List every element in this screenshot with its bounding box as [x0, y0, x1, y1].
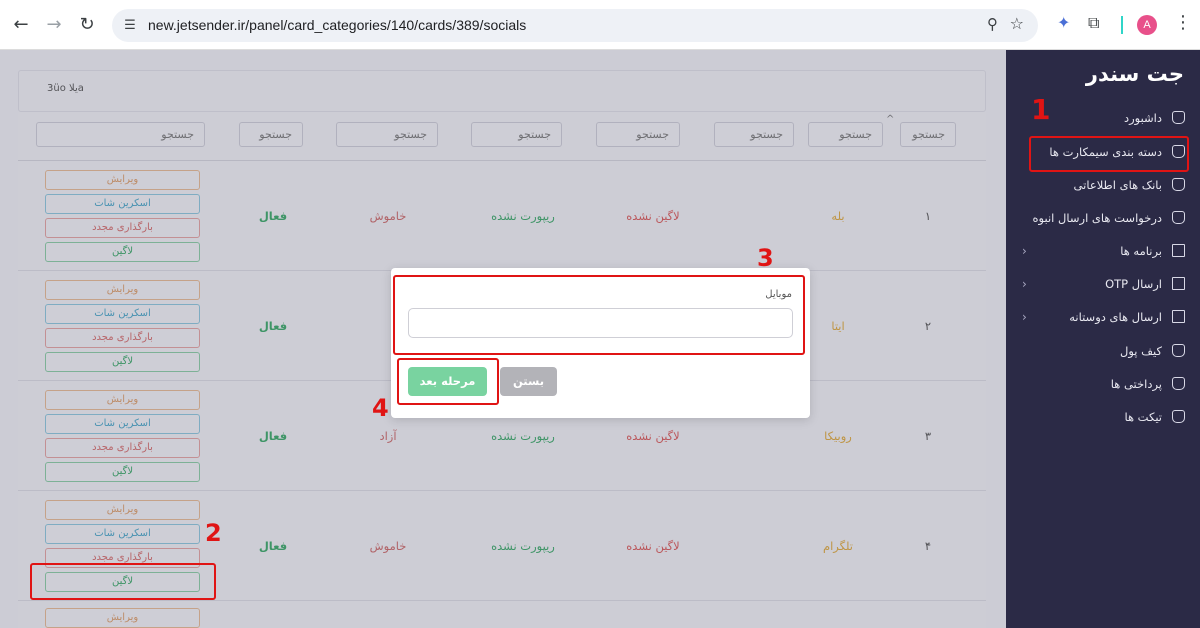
sidebar-item-payments[interactable]: پرداختی ها [1018, 371, 1190, 397]
chevron-left-icon: ‹ [1022, 310, 1027, 324]
chevron-left-icon: ‹ [1022, 244, 1027, 258]
sidebar-item-label: ارسال های دوستانه [1069, 310, 1162, 324]
home-icon [1172, 111, 1185, 124]
site-info-icon[interactable]: ☰ [120, 16, 140, 36]
sidebar-item-label: پرداختی ها [1110, 377, 1162, 391]
annotation-number: 4 [372, 394, 389, 422]
menu-kebab-icon[interactable]: ⋮ [1174, 12, 1192, 33]
browser-toolbar: ← → ↻ ☰ new.jetsender.ir/panel/card_cate… [0, 0, 1200, 50]
home-icon [1172, 211, 1185, 224]
sidebar-item-programs[interactable]: برنامه ها ‹ [1018, 238, 1190, 264]
sidebar-item-label: بانک های اطلاعاتی [1073, 178, 1162, 192]
home-icon [1172, 377, 1185, 390]
reload-icon[interactable]: ↻ [74, 12, 100, 38]
sidebar-item-bulk-requests[interactable]: درخواست های ارسال انبوه [1018, 205, 1190, 231]
sidebar-item-tickets[interactable]: تیکت ها [1018, 404, 1190, 430]
annotation-highlight [397, 358, 499, 405]
book-icon [1172, 277, 1185, 290]
annotation-number: 1 [1031, 93, 1051, 126]
annotation-highlight [393, 275, 805, 355]
sidebar-item-label: داشبورد [1123, 111, 1162, 125]
page: 3üo يلاa ^ جستجو جستجو جستجو جستجو جستجو… [0, 50, 1200, 628]
book-icon [1172, 310, 1185, 323]
brand-title: جت سندر [1085, 62, 1184, 86]
search-icon[interactable]: ⚲ [987, 15, 998, 33]
sidebar-item-label: تیکت ها [1124, 410, 1162, 424]
address-bar[interactable]: ☰ new.jetsender.ir/panel/card_categories… [112, 9, 1038, 42]
toolbar-divider [1121, 16, 1123, 34]
annotation-number: 3 [757, 244, 774, 272]
sidebar-item-wallet[interactable]: کیف پول [1018, 338, 1190, 364]
sidebar-item-otp[interactable]: ارسال OTP ‹ [1018, 271, 1190, 297]
chevron-left-icon: ‹ [1022, 277, 1027, 291]
extension-icon[interactable]: ✦ [1057, 13, 1070, 32]
sidebar-item-label: کیف پول [1119, 344, 1162, 358]
bookmark-star-icon[interactable]: ☆ [1010, 14, 1024, 33]
home-icon [1172, 410, 1185, 423]
close-button[interactable]: بستن [500, 367, 557, 396]
forward-icon[interactable]: → [41, 12, 67, 38]
sidebar-item-label: ارسال OTP [1105, 277, 1162, 291]
home-icon [1172, 178, 1185, 191]
annotation-number: 2 [205, 519, 222, 547]
sidebar-item-databanks[interactable]: بانک های اطلاعاتی [1018, 172, 1190, 198]
home-icon [1172, 344, 1185, 357]
puzzle-icon[interactable]: ⧉ [1088, 13, 1099, 33]
sidebar-item-friendly-sends[interactable]: ارسال های دوستانه ‹ [1018, 304, 1190, 330]
sidebar-item-label: برنامه ها [1120, 244, 1162, 258]
annotation-highlight [1029, 136, 1189, 172]
sidebar-item-label: درخواست های ارسال انبوه [1032, 211, 1162, 225]
annotation-highlight [30, 563, 216, 600]
profile-avatar[interactable]: A [1137, 15, 1157, 35]
back-icon[interactable]: ← [8, 12, 34, 38]
url-text[interactable]: new.jetsender.ir/panel/card_categories/1… [148, 17, 526, 33]
book-icon [1172, 244, 1185, 257]
